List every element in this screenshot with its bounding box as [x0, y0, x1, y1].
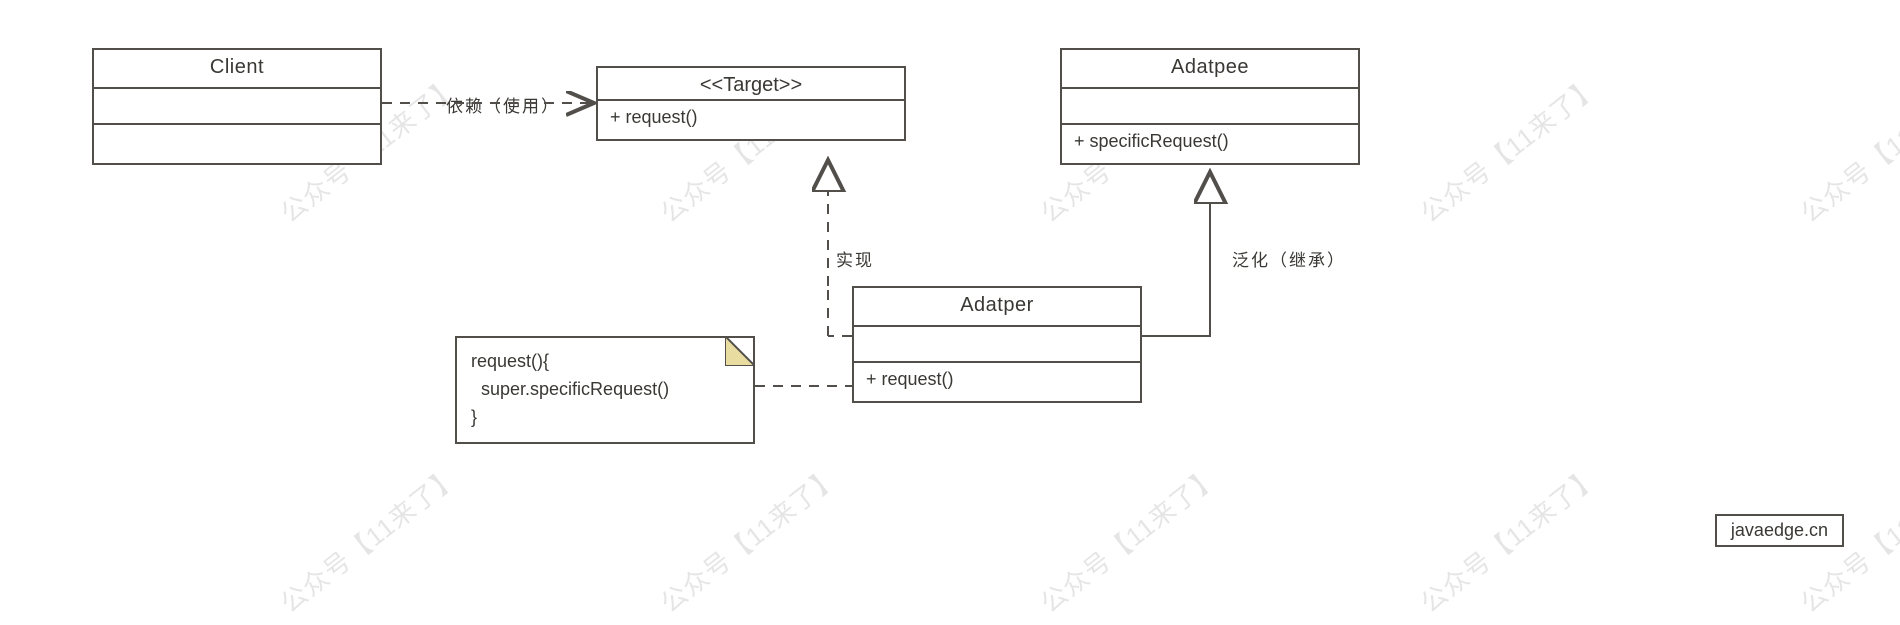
- edge-label-general: 泛化（继承）: [1232, 246, 1346, 271]
- uml-ops: [94, 125, 380, 163]
- uml-ops: + specificRequest(): [1062, 125, 1358, 163]
- uml-stereotype: <<Target>>: [598, 68, 904, 99]
- note-line: }: [471, 404, 739, 432]
- watermark: 公众号【11来了】: [652, 457, 847, 620]
- uml-title: Adatpee: [1062, 50, 1358, 89]
- watermark: 公众号【11来了】: [1032, 457, 1227, 620]
- watermark: 公众号【11来了】: [1412, 67, 1607, 230]
- uml-ops: + request(): [598, 99, 904, 139]
- source-badge: javaedge.cn: [1715, 514, 1844, 547]
- watermark: 公众号【11来了】: [1792, 67, 1900, 230]
- uml-attrs: [94, 89, 380, 125]
- note-line: request(){: [471, 348, 739, 376]
- uml-interface-target: <<Target>> + request(): [596, 66, 906, 141]
- uml-ops: + request(): [854, 363, 1140, 401]
- uml-class-adaptee: Adatpee + specificRequest(): [1060, 48, 1360, 165]
- uml-attrs: [854, 327, 1140, 363]
- edge-label-realize: 实现: [836, 246, 874, 271]
- note-fold-icon: [725, 336, 755, 366]
- uml-class-client: Client: [92, 48, 382, 165]
- note-line: super.specificRequest(): [471, 376, 739, 404]
- edge-adapter-adaptee: [1142, 172, 1210, 336]
- uml-class-adapter: Adatper + request(): [852, 286, 1142, 403]
- watermark: 公众号【11来了】: [1412, 457, 1607, 620]
- watermark: 公众号【11来了】: [272, 457, 467, 620]
- uml-title: Client: [94, 50, 380, 89]
- uml-attrs: [1062, 89, 1358, 125]
- uml-title: Adatper: [854, 288, 1140, 327]
- edge-label-depends: 依赖（使用）: [446, 92, 560, 117]
- uml-note: request(){ super.specificRequest() }: [455, 336, 755, 444]
